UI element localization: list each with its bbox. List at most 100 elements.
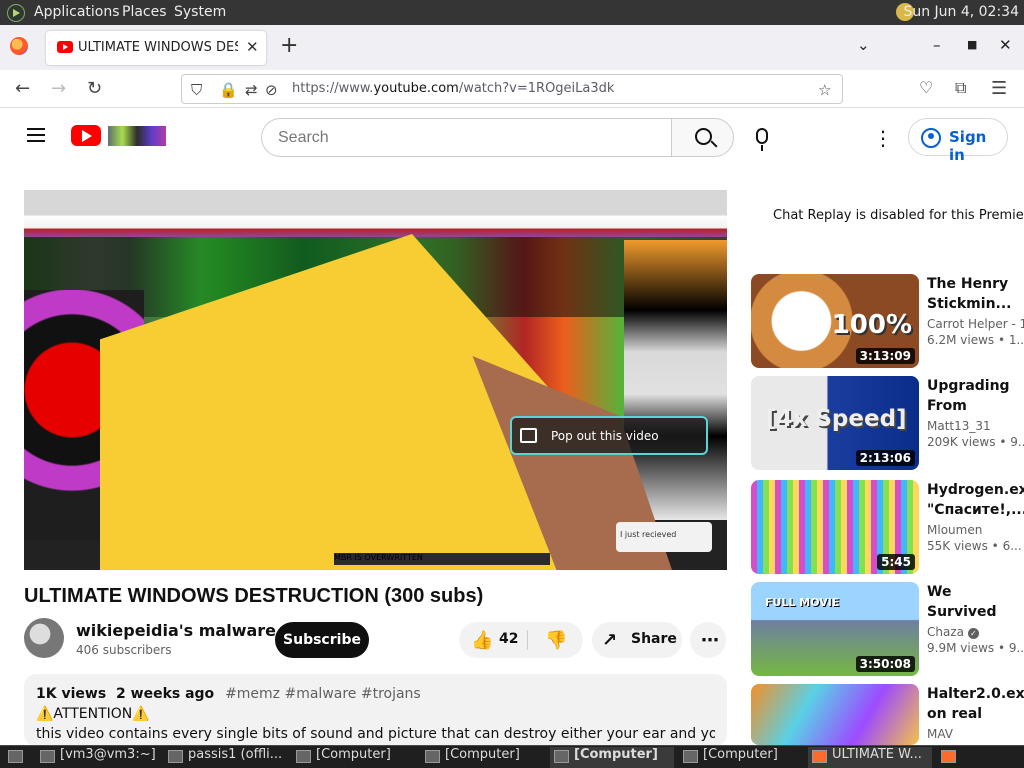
recommendation-age: • 9... bbox=[999, 435, 1024, 449]
places-menu[interactable]: Places bbox=[122, 4, 167, 20]
sign-in-label: Sign in bbox=[949, 128, 987, 164]
permissions-icon[interactable]: ⇄ bbox=[245, 81, 258, 99]
search-input[interactable]: Search bbox=[278, 129, 329, 147]
video-thumbnail[interactable]: 5:45 bbox=[751, 480, 919, 574]
video-bottom-caption: MBR IS OVERWRITTEN bbox=[334, 553, 423, 562]
video-description[interactable]: 1K views 2 weeks ago #memz #malware #tro… bbox=[24, 674, 727, 746]
video-thumbnail[interactable]: [4x Speed] 2:13:06 bbox=[751, 376, 919, 470]
recommendation-title[interactable]: Halter2.0.exe on real laptop bbox=[927, 684, 1024, 724]
recommendation-card[interactable]: Halter2.0.exe on real laptop MAV bbox=[751, 684, 1024, 745]
system-menu[interactable]: System bbox=[174, 4, 226, 20]
search-icon[interactable] bbox=[671, 118, 734, 157]
tracking-blocked-icon[interactable]: ⊘ bbox=[265, 81, 278, 99]
video-thumbnail[interactable]: 100% 3:13:09 bbox=[751, 274, 919, 368]
subscribe-button[interactable]: Subscribe bbox=[275, 622, 369, 658]
close-window-icon[interactable]: ✕ bbox=[999, 36, 1012, 54]
thumbnail-text: FULL MOVIE bbox=[765, 596, 840, 609]
subscriber-count: 406 subscribers bbox=[76, 643, 172, 657]
more-actions-button[interactable]: ⋯ bbox=[690, 622, 726, 658]
duration-badge: 2:13:06 bbox=[855, 450, 915, 466]
search-box[interactable]: Search bbox=[261, 118, 672, 157]
tab-youtube[interactable]: ULTIMATE WINDOWS DEST ✕ bbox=[46, 31, 266, 65]
settings-dots-icon[interactable]: ⋮ bbox=[873, 126, 893, 150]
shield-icon[interactable]: ⛉ bbox=[191, 81, 202, 99]
hashtags[interactable]: #memz #malware #trojans bbox=[225, 686, 421, 702]
reload-icon[interactable]: ↻ bbox=[87, 78, 102, 99]
close-tab-icon[interactable]: ✕ bbox=[246, 38, 259, 56]
tab-title: ULTIMATE WINDOWS DEST bbox=[78, 40, 238, 55]
firefox-icon[interactable] bbox=[938, 747, 958, 768]
duration-badge: 5:45 bbox=[877, 554, 915, 570]
share-button[interactable]: ↗ Share bbox=[592, 622, 682, 658]
maximize-icon[interactable]: ■ bbox=[967, 38, 977, 51]
recommendation-title[interactable]: Upgrading From Window... bbox=[927, 376, 1024, 416]
recommendation-channel[interactable]: Chaza ✓ bbox=[927, 625, 1024, 639]
video-thumbnail[interactable] bbox=[751, 684, 919, 745]
taskbar-item[interactable]: [Computer] bbox=[292, 747, 416, 768]
recommendation-title[interactable]: Hydrogen.exe "Спасите!,... bbox=[927, 480, 1024, 520]
taskbar-item[interactable]: [Computer] bbox=[421, 747, 545, 768]
taskbar-item[interactable]: passis1 (offli... bbox=[164, 747, 288, 768]
clock[interactable]: Sun Jun 4, 02:34 bbox=[903, 4, 1019, 20]
applications-menu[interactable]: Applications bbox=[34, 4, 120, 20]
taskbar-item[interactable]: ULTIMATE W... bbox=[808, 747, 932, 768]
system-logo-icon[interactable] bbox=[7, 4, 25, 22]
recommendation-card[interactable]: 100% 3:13:09 The Henry Stickmin... Carro… bbox=[751, 274, 1024, 368]
recommendation-channel[interactable]: Matt13_31 bbox=[927, 419, 1024, 433]
taskbar-label: [Computer] bbox=[445, 747, 520, 762]
youtube-favicon-icon bbox=[57, 41, 73, 53]
thumbs-up-icon[interactable]: 👍 bbox=[471, 630, 493, 651]
pop-out-label: Pop out this video bbox=[551, 429, 659, 443]
recommendation-title[interactable]: The Henry Stickmin... bbox=[927, 274, 1024, 314]
recommendation-title[interactable]: We Survived 1000 Days In... bbox=[927, 582, 1024, 622]
verified-icon: ✓ bbox=[967, 628, 979, 639]
like-count[interactable]: 42 bbox=[499, 631, 518, 647]
recommendation-card[interactable]: [4x Speed] 2:13:06 Upgrading From Window… bbox=[751, 376, 1024, 470]
taskbar-item[interactable]: [vm3@vm3:~] bbox=[36, 747, 160, 768]
show-desktop-icon[interactable] bbox=[0, 747, 34, 768]
bookmark-star-icon[interactable]: ☆ bbox=[818, 81, 831, 99]
youtube-logo[interactable] bbox=[71, 125, 101, 146]
video-thumbnail[interactable]: FULL MOVIE 3:50:08 bbox=[751, 582, 919, 676]
channel-name: Chaza bbox=[927, 625, 964, 639]
share-label: Share bbox=[631, 631, 677, 647]
description-text: this video contains every single bits of… bbox=[36, 726, 715, 742]
thumbs-down-icon[interactable]: 👎 bbox=[545, 630, 567, 651]
pocket-icon[interactable]: ♡ bbox=[919, 78, 933, 97]
url-text[interactable]: https://www.youtube.com/watch?v=1ROgeiLa… bbox=[292, 81, 614, 96]
more-dots-icon: ⋯ bbox=[701, 630, 719, 651]
recommendation-channel[interactable]: Carrot Helper - 1... bbox=[927, 317, 1024, 331]
firefox-icon[interactable] bbox=[10, 37, 28, 55]
back-icon[interactable]: ← bbox=[15, 78, 30, 99]
minimize-icon[interactable]: – bbox=[933, 36, 941, 54]
desktop-icon bbox=[8, 750, 23, 763]
app-menu-icon[interactable]: ☰ bbox=[991, 78, 1007, 99]
video-caption-box: I just recieved bbox=[616, 522, 712, 552]
pop-out-video-button[interactable]: Pop out this video bbox=[510, 416, 708, 455]
taskbar-item[interactable]: [Computer] bbox=[550, 747, 674, 768]
video-player[interactable]: MBR IS OVERWRITTEN I just recieved Pop o… bbox=[24, 190, 727, 570]
taskbar-label: [Computer] bbox=[703, 747, 778, 762]
taskbar-item[interactable]: [Computer] bbox=[679, 747, 803, 768]
taskbar-label: [Computer] bbox=[574, 747, 658, 762]
recommendation-card[interactable]: FULL MOVIE 3:50:08 We Survived 1000 Days… bbox=[751, 582, 1024, 676]
recommendation-card[interactable]: 5:45 Hydrogen.exe "Спасите!,... Mloumen … bbox=[751, 480, 1024, 574]
chat-replay-message: Chat Replay is disabled for this Premier… bbox=[773, 208, 1024, 223]
extensions-icon[interactable]: ⧉ bbox=[955, 78, 966, 98]
channel-name[interactable]: wikiepeidia's malware ... bbox=[76, 621, 300, 640]
firefox-icon bbox=[812, 750, 827, 763]
lock-icon[interactable]: 🔒 bbox=[219, 81, 238, 99]
youtube-doodle-logo[interactable] bbox=[108, 126, 166, 146]
list-tabs-icon[interactable]: ⌄ bbox=[857, 36, 870, 54]
channel-avatar[interactable] bbox=[24, 618, 64, 658]
url-bar[interactable]: ⛉ 🔒 ⇄ ⊘ https://www.youtube.com/watch?v=… bbox=[181, 74, 843, 104]
new-tab-button[interactable]: + bbox=[280, 33, 298, 58]
forward-icon[interactable]: → bbox=[51, 78, 66, 99]
guide-menu-icon[interactable] bbox=[27, 128, 45, 142]
recommendation-channel[interactable]: MAV bbox=[927, 727, 1024, 741]
recommendation-age: • 9... bbox=[997, 641, 1024, 655]
sign-in-button[interactable]: Sign in bbox=[908, 118, 1008, 164]
microphone-icon[interactable] bbox=[756, 128, 768, 151]
browser-tab-bar: ULTIMATE WINDOWS DEST ✕ + ⌄ – ■ ✕ bbox=[0, 25, 1024, 70]
recommendation-channel[interactable]: Mloumen bbox=[927, 523, 1024, 537]
